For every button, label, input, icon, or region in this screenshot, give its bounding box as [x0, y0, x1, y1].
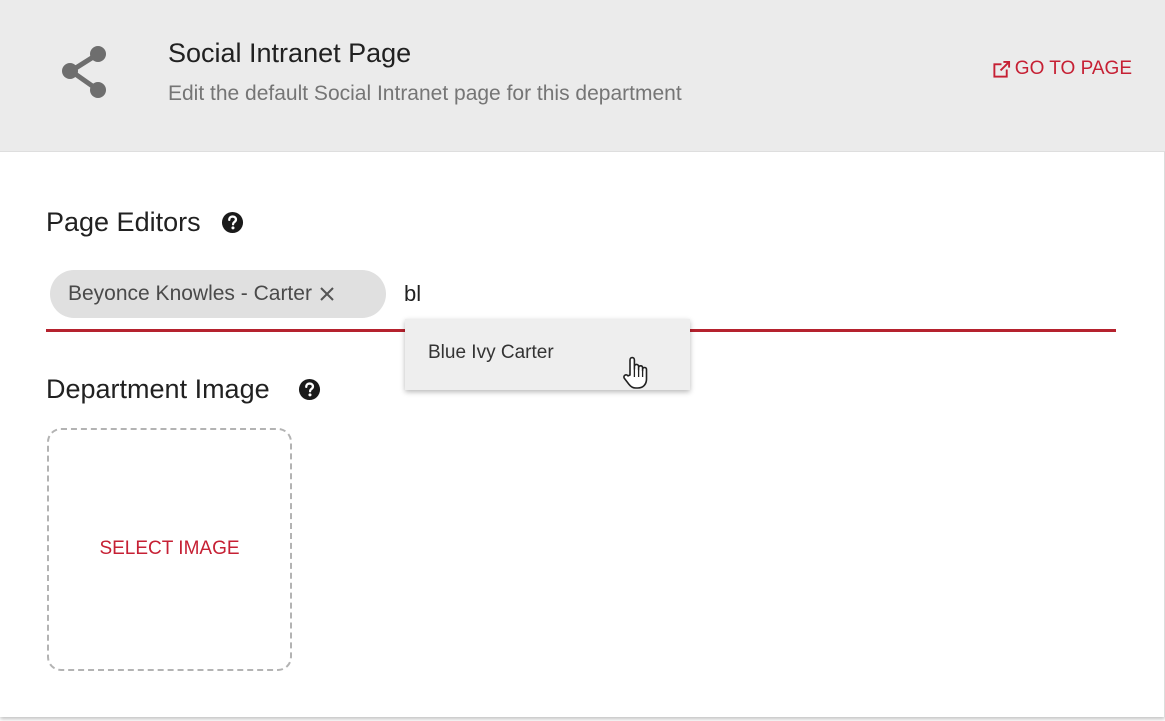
editor-chip: Beyonce Knowles - Carter — [50, 270, 386, 318]
department-image-title: Department Image — [46, 374, 270, 404]
social-intranet-card: Social Intranet Page Edit the default So… — [0, 0, 1165, 717]
external-link-icon — [993, 60, 1010, 78]
help-circle-icon[interactable] — [298, 378, 321, 401]
hand-cursor-icon — [623, 356, 648, 389]
editor-chip-label: Beyonce Knowles - Carter — [68, 282, 312, 305]
go-to-page-button[interactable]: GO TO PAGE — [992, 58, 1132, 80]
page-editors-title: Page Editors — [46, 207, 201, 237]
help-circle-icon[interactable] — [221, 211, 244, 234]
editor-search-input[interactable] — [404, 276, 704, 312]
page-editors-heading: Page Editors — [46, 207, 244, 238]
select-image-dropzone[interactable]: SELECT IMAGE — [47, 428, 292, 671]
page-title: Social Intranet Page — [168, 38, 412, 68]
card-header: Social Intranet Page Edit the default So… — [0, 0, 1165, 152]
select-image-button[interactable]: SELECT IMAGE — [49, 538, 290, 560]
go-to-page-label: GO TO PAGE — [1014, 58, 1132, 79]
close-icon[interactable] — [316, 283, 338, 305]
page-subtitle: Edit the default Social Intranet page fo… — [168, 82, 682, 105]
department-image-heading: Department Image — [46, 374, 321, 405]
share-icon — [62, 46, 106, 98]
suggestion-item-label: Blue Ivy Carter — [428, 342, 554, 363]
